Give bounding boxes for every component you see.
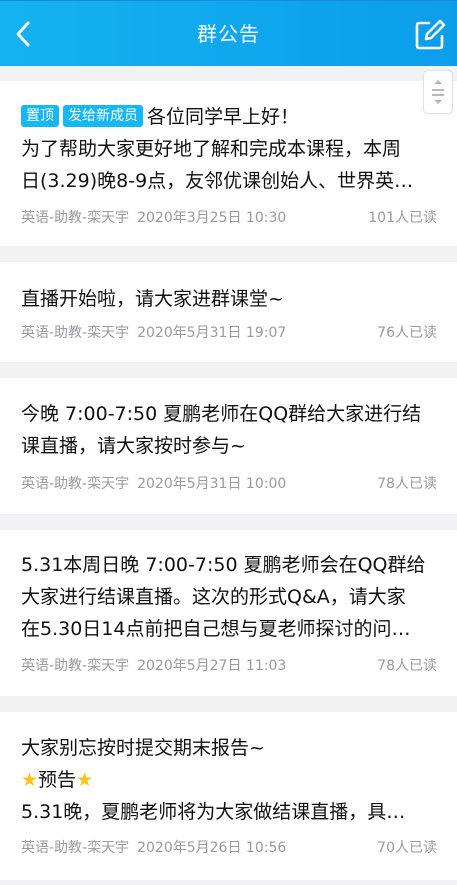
page-title: 群公告	[197, 22, 260, 46]
announcement-card[interactable]: 置顶 发给新成员 各位同学早上好！ 为了帮助大家更好地了解和完成本课程，本周 日(3…	[0, 81, 457, 246]
announcement-text: 5.31晚，夏鹏老师将为大家做结课直播，具…	[21, 801, 406, 823]
star-icon: ★	[21, 769, 39, 791]
announcement-text: 预告	[38, 769, 77, 791]
announcement-meta: 英语-助教-栾天宇 2020年5月27日 11:03 78人已读	[21, 656, 437, 676]
post-time: 2020年5月27日 11:03	[137, 658, 287, 674]
author-name: 英语-助教-栾天宇	[21, 325, 130, 341]
announcement-text: 各位同学早上好！	[147, 106, 300, 128]
read-count: 78人已读	[377, 658, 437, 674]
author-name: 英语-助教-栾天宇	[21, 476, 130, 492]
announcement-card[interactable]: 直播开始啦，请大家进群课堂~ 英语-助教-栾天宇 2020年5月31日 19:0…	[0, 262, 457, 362]
announcement-text: 为了帮助大家更好地了解和完成本课程，本周	[21, 138, 402, 160]
title-bar: 群公告	[0, 0, 457, 66]
star-icon: ★	[76, 769, 94, 791]
announcement-card[interactable]: 今晚 7:00-7:50 夏鹏老师在QQ群给大家进行结 课直播，请大家按时参与~…	[0, 378, 457, 514]
announcement-meta: 英语-助教-栾天宇 2020年5月31日 19:07 76人已读	[21, 323, 437, 343]
edit-icon	[415, 19, 446, 50]
post-time: 2020年3月25日 10:30	[137, 210, 287, 226]
announcement-text: 大家别忘按时提交期末报告~	[21, 737, 265, 759]
author-name: 英语-助教-栾天宇	[21, 840, 130, 856]
announcement-preview-line: ★预告★	[21, 764, 437, 796]
announcement-meta: 英语-助教-栾天宇 2020年5月26日 10:56 70人已读	[21, 838, 437, 858]
post-time: 2020年5月31日 19:07	[137, 325, 287, 341]
new-announcement-button[interactable]	[410, 15, 450, 55]
announcement-text: 课直播，请大家按时参与~	[21, 435, 246, 457]
author-name: 英语-助教-栾天宇	[21, 210, 130, 226]
announcement-text: 大家进行结课直播。这次的形式Q&A，请大家	[21, 586, 406, 608]
announcement-text: 直播开始啦，请大家进群课堂~	[21, 288, 284, 310]
post-time: 2020年5月26日 10:56	[137, 840, 287, 856]
announcement-text: 日(3.29)晚8-9点，友邻优课创始人、世界英…	[21, 170, 414, 192]
announcement-meta: 英语-助教-栾天宇 2020年3月25日 10:30 101人已读	[21, 208, 437, 228]
read-count: 101人已读	[368, 210, 437, 226]
announcement-meta: 英语-助教-栾天宇 2020年5月31日 10:00 78人已读	[21, 474, 437, 494]
author-name: 英语-助教-栾天宇	[21, 658, 130, 674]
post-time: 2020年5月31日 10:00	[137, 476, 287, 492]
announcement-first-line: 置顶 发给新成员 各位同学早上好！	[21, 101, 437, 133]
fast-scroll-handle[interactable]	[423, 70, 453, 114]
pinned-badge: 置顶	[21, 105, 59, 127]
read-count: 78人已读	[377, 476, 437, 492]
announcement-card[interactable]: 大家别忘按时提交期末报告~ ★预告★ 5.31晚，夏鹏老师将为大家做结课直播，具…	[0, 712, 457, 880]
announcement-text: 5.31本周日晚 7:00-7:50 夏鹏老师会在QQ群给	[21, 554, 426, 576]
announcement-text: 今晚 7:00-7:50 夏鹏老师在QQ群给大家进行结	[21, 403, 422, 425]
new-member-badge: 发给新成员	[63, 105, 143, 127]
announcement-card[interactable]: 5.31本周日晚 7:00-7:50 夏鹏老师会在QQ群给 大家进行结课直播。这…	[0, 530, 457, 696]
announcement-text: 在5.30日14点前把自己想与夏老师探讨的问…	[21, 618, 411, 640]
read-count: 76人已读	[377, 325, 437, 341]
read-count: 70人已读	[377, 840, 437, 856]
